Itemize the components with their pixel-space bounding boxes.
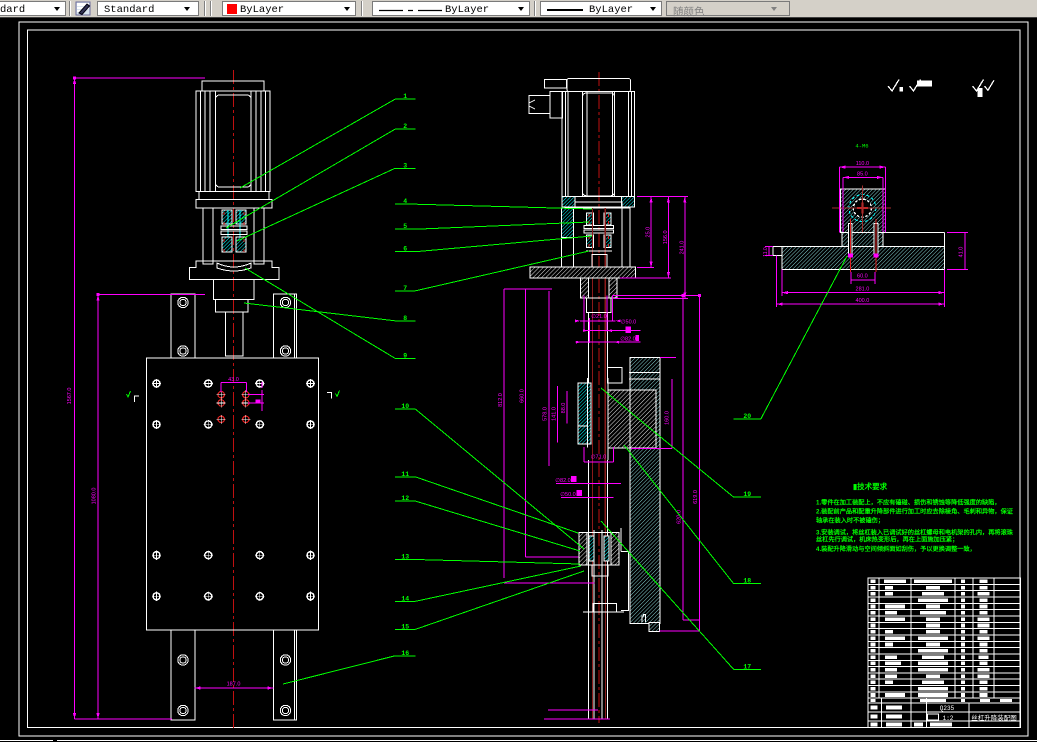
svg-text:▮技术要求: ▮技术要求	[853, 481, 888, 491]
svg-text:4: 4	[403, 198, 407, 205]
svg-text:110.0: 110.0	[856, 161, 869, 167]
svg-text:812.0: 812.0	[498, 393, 504, 407]
svg-text:1567.0: 1567.0	[67, 388, 73, 405]
svg-text:5: 5	[403, 223, 407, 230]
svg-text:6: 6	[403, 246, 407, 253]
svg-text:13: 13	[401, 554, 409, 561]
svg-text:4.装配升降滑动与空间倾斜面如刮伤，予以更换调整一致，: 4.装配升降滑动与空间倾斜面如刮伤，予以更换调整一致，	[816, 545, 976, 553]
svg-text:88.0: 88.0	[561, 403, 567, 414]
svg-text:10: 10	[401, 403, 409, 410]
svg-text:281.0: 281.0	[856, 286, 870, 292]
svg-text:187.0: 187.0	[227, 682, 241, 688]
svg-text:8: 8	[403, 315, 407, 322]
svg-text:141.0: 141.0	[552, 407, 558, 421]
svg-text:Q235: Q235	[940, 705, 955, 712]
svg-text:85.0: 85.0	[857, 171, 868, 177]
svg-text:轴承在装入时不被磕伤；: 轴承在装入时不被磕伤；	[816, 517, 884, 525]
svg-text:∅50.0: ∅50.0	[621, 319, 637, 326]
svg-text:2.装配前产品和配重升降部件进行加工时应去除棱角、毛刺和异物: 2.装配前产品和配重升降部件进行加工时应去除棱角、毛刺和异物，保证	[816, 508, 1014, 516]
svg-text:156.0: 156.0	[663, 230, 669, 244]
svg-text:3.安装调试，将丝杠装入已调试好的丝杠螺母和电机架的孔内，再: 3.安装调试，将丝杠装入已调试好的丝杠螺母和电机架的孔内，再将滚珠	[816, 529, 1014, 537]
svg-text:15: 15	[401, 623, 409, 630]
svg-text:20: 20	[743, 413, 751, 420]
svg-text:丝杠先行调试，机床热变形后，再在上面施加压紧；: 丝杠先行调试，机床热变形后，再在上面施加压紧；	[816, 536, 958, 544]
svg-text:2: 2	[403, 123, 407, 130]
svg-text:∅21.0: ∅21.0	[591, 313, 607, 320]
svg-text:4-M6: 4-M6	[855, 143, 868, 150]
svg-text:1.零件在加工装配上，不应有磕碰、损伤和锈蚀等降低强度的缺陷: 1.零件在加工装配上，不应有磕碰、损伤和锈蚀等降低强度的缺陷，	[816, 499, 1001, 507]
svg-text:1: 1	[403, 93, 407, 100]
svg-text:41.0: 41.0	[959, 247, 965, 258]
svg-text:660.0: 660.0	[519, 389, 525, 403]
svg-text:丝杠升降装配图: 丝杠升降装配图	[971, 713, 1017, 722]
svg-text:60.0: 60.0	[857, 274, 868, 280]
svg-text:11: 11	[401, 471, 409, 478]
svg-text:43.0: 43.0	[228, 377, 239, 383]
svg-text:3: 3	[403, 162, 407, 169]
svg-text:160.0: 160.0	[665, 411, 671, 425]
svg-text:619.0: 619.0	[693, 490, 699, 504]
svg-text:1080.0: 1080.0	[92, 488, 98, 505]
svg-text:14: 14	[401, 595, 409, 602]
svg-text:∅71.0: ∅71.0	[591, 454, 607, 461]
svg-text:19: 19	[743, 491, 751, 498]
svg-text:25.0: 25.0	[646, 227, 652, 238]
svg-text:578.0: 578.0	[543, 407, 549, 421]
svg-text:7: 7	[403, 285, 407, 292]
svg-text:241.0: 241.0	[679, 241, 685, 255]
svg-text:∅82.0: ∅82.0	[620, 336, 636, 343]
svg-text:18: 18	[743, 578, 751, 585]
svg-text:1:2: 1:2	[943, 715, 954, 722]
svg-text:12: 12	[401, 495, 409, 502]
svg-text:16: 16	[401, 650, 409, 657]
svg-text:400.0: 400.0	[856, 298, 870, 304]
svg-text:9: 9	[403, 352, 407, 359]
svg-text:17: 17	[743, 663, 751, 670]
